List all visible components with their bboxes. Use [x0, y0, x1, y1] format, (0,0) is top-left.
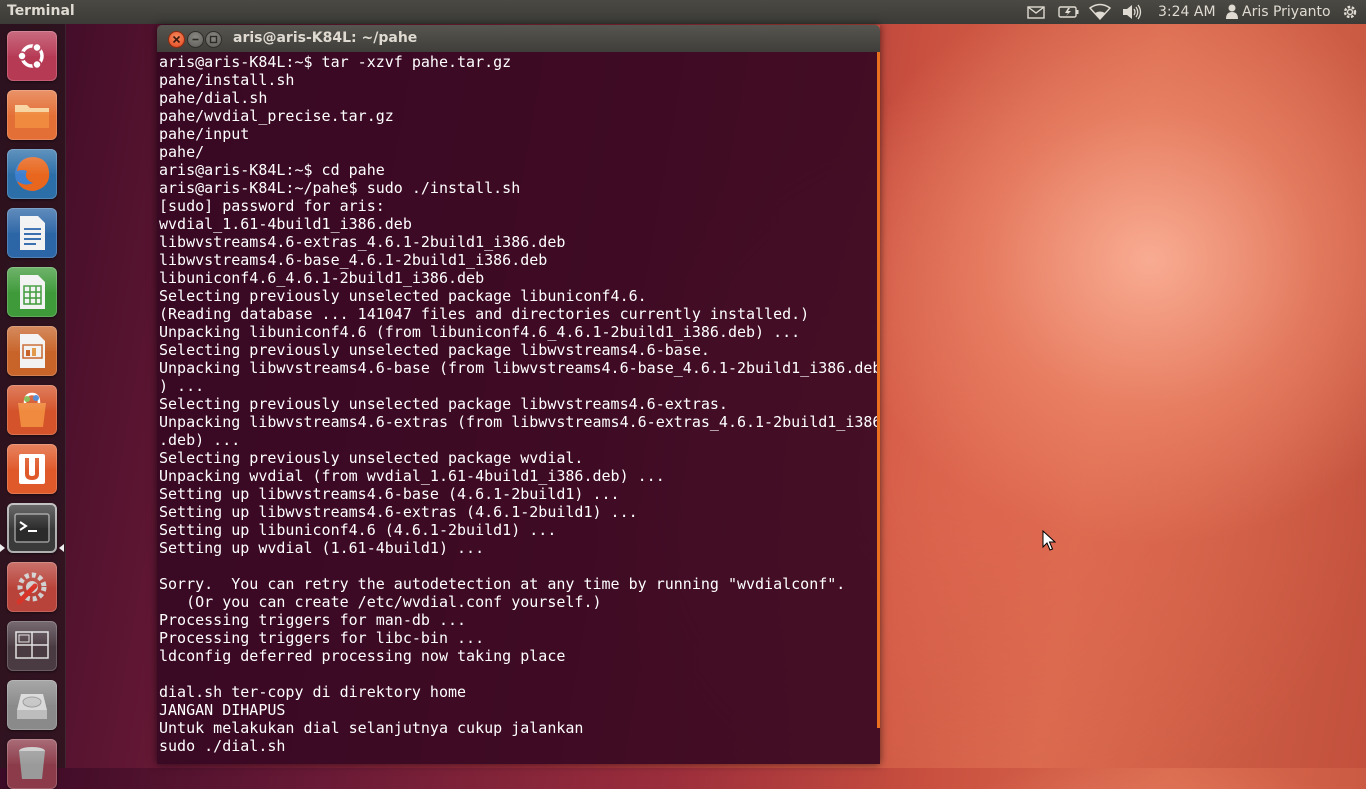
folder-icon — [15, 105, 49, 128]
terminal-output[interactable]: aris@aris-K84L:~$ tar -xzvf pahe.tar.gz … — [159, 53, 880, 755]
terminal-running-indicator — [0, 544, 5, 552]
firefox-icon — [15, 157, 50, 191]
battery-icon[interactable] — [1058, 3, 1080, 21]
launcher-item-ubuntu-one[interactable] — [7, 444, 57, 494]
mail-icon[interactable] — [1027, 3, 1045, 21]
minimize-button[interactable] — [187, 31, 204, 48]
libreoffice-writer-icon — [20, 216, 45, 250]
close-button[interactable] — [168, 31, 185, 48]
libreoffice-calc-icon — [20, 275, 45, 309]
wifi-icon[interactable] — [1088, 3, 1112, 21]
launcher-item-workspace-switcher[interactable] — [7, 621, 57, 671]
launcher-item-dash-home[interactable] — [7, 31, 57, 81]
launcher-item-calc[interactable] — [7, 267, 57, 317]
terminal-focused-indicator — [59, 544, 64, 552]
launcher-item-impress[interactable] — [7, 326, 57, 376]
clock[interactable]: 3:24 AM — [1158, 4, 1216, 20]
settings-wrench-icon — [16, 572, 47, 605]
workspaces-icon — [15, 631, 49, 659]
minimize-icon — [192, 38, 199, 41]
trash-icon — [19, 747, 45, 779]
launcher-item-terminal[interactable] — [7, 503, 57, 553]
shopping-bag-icon — [18, 392, 46, 427]
volume-icon[interactable] — [1121, 3, 1143, 21]
maximize-button[interactable] — [205, 31, 222, 48]
user-name[interactable]: Aris Priyanto — [1242, 4, 1331, 20]
mouse-pointer-icon — [1042, 529, 1057, 556]
launcher-item-writer[interactable] — [7, 208, 57, 258]
launcher — [0, 24, 66, 789]
terminal-icon — [14, 513, 50, 543]
terminal-titlebar[interactable]: aris@aris-K84L: ~/pahe — [157, 25, 880, 52]
launcher-item-firefox[interactable] — [7, 149, 57, 199]
terminal-scrollbar[interactable] — [877, 52, 880, 728]
launcher-item-software-center[interactable] — [7, 385, 57, 435]
close-icon — [172, 35, 181, 44]
launcher-item-system-settings[interactable] — [7, 562, 57, 612]
window-title: aris@aris-K84L: ~/pahe — [233, 30, 418, 46]
top-panel: Terminal 3:24 AM Aris Priyanto — [0, 0, 1366, 24]
hard-drive-icon — [17, 694, 47, 719]
terminal-window[interactable]: aris@aris-K84L: ~/pahe aris@aris-K84L:~$… — [157, 25, 880, 764]
active-app-title: Terminal — [7, 3, 75, 19]
ubuntu-logo-icon — [17, 42, 44, 70]
session-gear-icon[interactable] — [1340, 3, 1360, 21]
user-icon[interactable] — [1225, 3, 1239, 21]
libreoffice-impress-icon — [20, 334, 45, 368]
launcher-item-files[interactable] — [7, 90, 57, 140]
ubuntu-one-icon — [19, 454, 45, 484]
launcher-item-drive[interactable] — [7, 680, 57, 730]
maximize-icon — [209, 35, 218, 44]
launcher-item-trash[interactable] — [7, 739, 57, 789]
terminal-content-area[interactable]: aris@aris-K84L:~$ tar -xzvf pahe.tar.gz … — [157, 52, 880, 764]
